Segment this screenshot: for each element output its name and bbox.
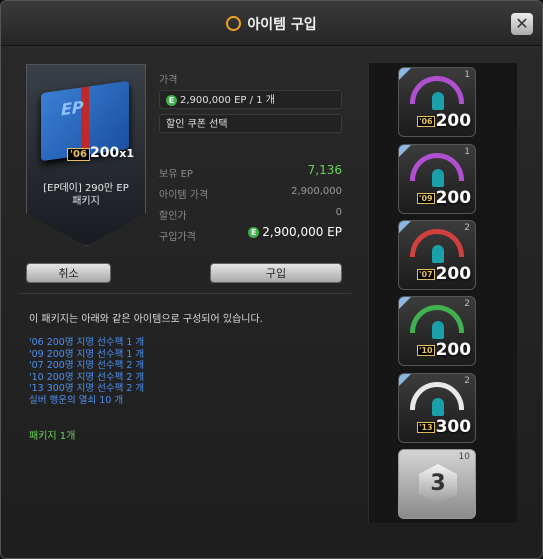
price-per: 1 개 [256,95,275,106]
slot-year: '07 [417,268,435,280]
corner-icon [399,68,411,80]
item-slot-panel: 1 '06200 1 '09200 2 '07200 2 '10200 [368,63,517,523]
item-slot-pack[interactable]: 2 '13 300 [398,373,476,443]
corner-icon [399,374,411,386]
item-slot-pack[interactable]: 1 '09 200 [398,144,476,214]
slot-year: '06 [417,115,435,127]
player-icon [432,245,444,263]
purchase-price: E 2,900,000 EP [221,225,342,239]
slot-year: '09 [417,192,435,204]
purchase-price-value: 2,900,000 EP [262,225,342,239]
corner-icon [399,297,411,309]
item-slot-pack[interactable]: 2 '07 200 [398,220,476,290]
list-item: '07 200명 지명 선수팩 2 개 [29,360,145,372]
purchase-window: 아이템 구입 ✕ EP '06 200x1 [EP데이] 290만 EP 패키지 가… [0,0,543,559]
item-price-label: 아이템 가격 [159,190,209,201]
slot-count: 2 [464,376,470,386]
item-slot-key[interactable]: 10 3 [398,449,476,519]
slot-value: 300 [435,417,472,437]
item-price-value: 2,900,000 [291,186,342,197]
item-slot-pack[interactable]: 1 '06 200 [398,67,476,137]
card-badge: '06 200x1 [67,145,134,161]
price-separator: / [249,95,254,106]
owned-ep-value: 7,136 [307,163,342,177]
discount-label: 할인가 [159,211,187,222]
slot-count: 1 [464,147,470,157]
ep-coin-icon: E [248,227,260,238]
owned-ep-label: 보유 EP [159,169,193,180]
item-card: EP '06 200x1 [EP데이] 290만 EP 패키지 [26,64,146,246]
list-item: '06 200명 지명 선수팩 1 개 [29,337,145,348]
slot-value: 200 [435,111,472,131]
title-bar: 아이템 구입 ✕ [1,1,542,46]
corner-icon [399,221,411,233]
silver-key-icon: 3 [419,464,457,504]
window-title: 아이템 구입 [1,14,542,34]
package-count: 패키지 1개 [29,431,76,442]
item-slot-pack[interactable]: 2 '10 200 [398,296,476,366]
card-badge-value: 200 [89,145,120,161]
slot-label: '07 200 [417,264,471,284]
price-amount: 2,900,000 [180,95,231,106]
player-icon [432,169,444,187]
divider [19,293,351,294]
price-label: 가격 [159,75,178,86]
slot-label: '10 200 [417,340,471,360]
close-button[interactable]: ✕ [511,13,533,35]
package-description: 이 패키지는 아래와 같은 아이템으로 구성되어 있습니다. [29,314,263,325]
price-unit: EP [234,95,247,106]
purchase-price-label: 구입가격 [159,232,196,243]
player-icon [432,321,444,339]
card-name-line1: [EP데이] 290만 EP [43,183,129,194]
player-icon [432,398,444,416]
slot-count: 2 [464,299,470,309]
window-title-text: 아이템 구입 [247,17,317,33]
list-item: '13 300명 지명 선수팩 2 개 [29,383,145,395]
box-label: EP [61,97,84,120]
coupon-select[interactable]: 할인 쿠폰 선택 [159,114,342,133]
list-item: 실버 행운의 열쇠 10 개 [29,394,124,406]
card-name: [EP데이] 290만 EP 패키지 [35,182,137,208]
corner-icon [399,145,411,157]
card-year: '06 [67,148,90,161]
search-icon [226,16,242,31]
slot-label: '13 300 [417,417,471,437]
slot-value: 200 [435,264,472,284]
price-field: E 2,900,000 EP / 1 개 [159,90,342,109]
cancel-button[interactable]: 취소 [26,263,111,283]
slot-label: '06 200 [417,111,471,131]
player-icon [432,92,444,110]
ep-coin-icon: E [166,94,177,106]
buy-button[interactable]: 구입 [210,263,342,283]
list-item: '10 200명 지명 선수팩 2 개 [29,371,145,383]
list-item: '09 200명 지명 선수팩 1 개 [29,348,145,360]
slot-year: '13 [417,421,435,433]
discount-value: 0 [335,207,342,218]
slot-year: '10 [417,344,435,356]
slot-label: '09 200 [417,188,471,208]
slot-count: 1 [464,70,470,80]
slot-value: 200 [435,188,472,208]
contents-list: '06 200명 지명 선수팩 1 개 '09 200명 지명 선수팩 1 개 … [29,337,144,407]
card-name-line2: 패키지 [72,196,100,207]
card-multiplier: x1 [119,147,134,160]
slot-count: 10 [458,452,470,462]
slot-value: 200 [435,340,472,360]
slot-count: 2 [464,223,470,233]
